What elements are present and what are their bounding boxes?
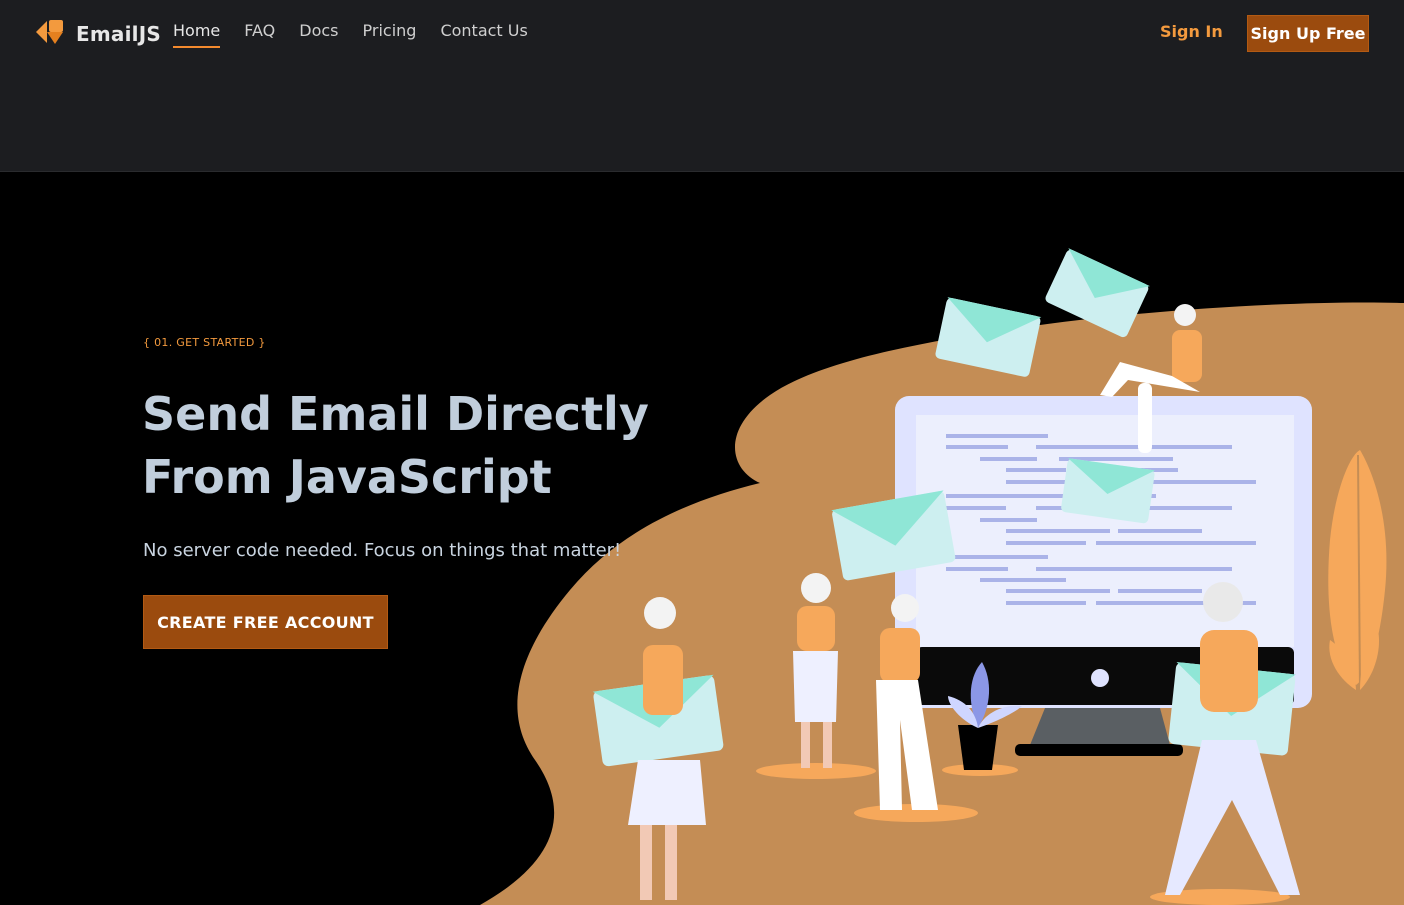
brand-name: EmailJS [76, 22, 161, 46]
sign-in-link[interactable]: Sign In [1160, 22, 1223, 41]
hero-subtitle: No server code needed. Focus on things t… [143, 540, 622, 561]
hero-illustration [480, 248, 1404, 905]
nav-docs[interactable]: Docs [299, 21, 338, 48]
hero-title-line1: Send Email Directly [142, 387, 649, 441]
section-eyebrow: { 01. GET STARTED } [143, 336, 266, 349]
nav-contact-us[interactable]: Contact Us [440, 21, 527, 48]
nav-pricing[interactable]: Pricing [363, 21, 417, 48]
hero-title: Send Email Directly From JavaScript [142, 383, 702, 509]
create-account-button[interactable]: CREATE FREE ACCOUNT [143, 595, 388, 649]
main-nav: Home FAQ Docs Pricing Contact Us [173, 21, 528, 48]
hero-title-line2: From JavaScript [142, 450, 552, 504]
brand[interactable]: EmailJS [36, 18, 161, 50]
emailjs-logo-icon [36, 18, 66, 50]
sign-up-button[interactable]: Sign Up Free [1247, 15, 1369, 52]
nav-faq[interactable]: FAQ [244, 21, 275, 48]
nav-home[interactable]: Home [173, 21, 221, 48]
top-header: EmailJS Home FAQ Docs Pricing Contact Us… [0, 0, 1404, 172]
